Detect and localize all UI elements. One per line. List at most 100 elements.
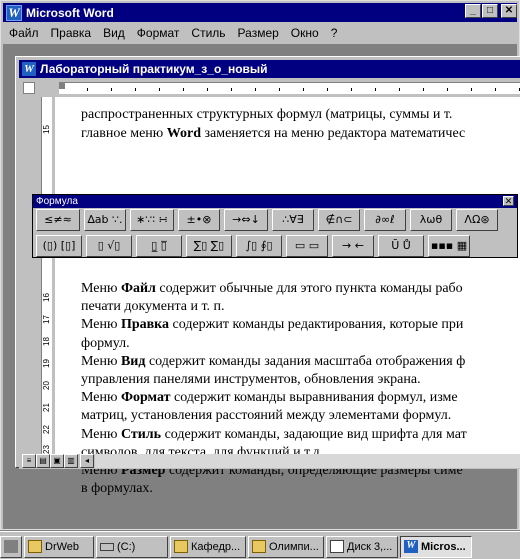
maximize-button[interactable]: □: [482, 4, 498, 18]
minimize-button[interactable]: _: [465, 4, 481, 18]
menu-file[interactable]: Файл: [9, 26, 39, 40]
word-icon[interactable]: W: [6, 4, 22, 21]
text-line-post: содержит команды выравнивания формул, из…: [170, 390, 458, 406]
app-title-bar[interactable]: W Microsoft Word: [3, 3, 517, 22]
vruler-number: 18: [42, 337, 51, 346]
formula-palette-button[interactable]: ∂∞ℓ: [364, 209, 406, 231]
formula-palette-button[interactable]: ±•⊗: [178, 209, 220, 231]
layout-view-button[interactable]: ▤: [36, 454, 50, 468]
horizontal-ruler[interactable]: [19, 80, 520, 96]
text-line-pre: в формулах.: [81, 481, 153, 497]
text-line-bold: Вид: [120, 353, 146, 369]
ruler-strip[interactable]: [59, 82, 520, 94]
taskbar-item-label: DrWeb: [45, 541, 80, 553]
document-title-bar[interactable]: W Лабораторный практикум_з_о_новый: [19, 60, 520, 78]
program-icon: [4, 540, 18, 553]
folder-icon: [28, 540, 42, 553]
text-line-pre: печати документа и т. п.: [81, 299, 225, 315]
tab-stop-selector[interactable]: [23, 82, 35, 94]
taskbar-item[interactable]: W Micros...: [400, 536, 472, 558]
menu-size[interactable]: Размер: [238, 26, 279, 40]
text-line: Меню Файл содержит обычные для этого пун…: [81, 281, 463, 297]
menu-style[interactable]: Стиль: [191, 26, 225, 40]
vruler-number: 21: [42, 403, 51, 412]
folder-icon: [252, 540, 266, 553]
taskbar-item-label: Олимпи...: [269, 541, 319, 553]
page-view-button[interactable]: ▣: [50, 454, 64, 468]
text-line-pre: управления панелями инструментов, обновл…: [81, 372, 421, 387]
text-line: управления панелями инструментов, обновл…: [81, 372, 421, 388]
taskbar-item-label: (C:): [117, 541, 136, 553]
taskbar: DrWeb (C:) Кафедр... Олимпи... Диск 3,... W Mi…: [0, 531, 520, 559]
formula-palette-button[interactable]: ≤≠≈: [36, 209, 80, 231]
vruler-number: 20: [42, 381, 51, 390]
formula-palette-button[interactable]: ∉∩⊂: [318, 209, 360, 231]
text-line-pre: Меню: [81, 353, 121, 369]
formula-palette-button[interactable]: ∴∀∃: [272, 209, 314, 231]
text-line-bold: Word: [166, 126, 201, 141]
formula-palette-button[interactable]: λωθ: [410, 209, 452, 231]
vruler-number: 22: [42, 425, 51, 434]
formula-palette-button[interactable]: ∗∵∶ ∺: [130, 209, 174, 231]
text-line: главное меню Word заменяется на меню ред…: [81, 126, 465, 142]
menu-window[interactable]: Окно: [291, 26, 319, 40]
taskbar-item[interactable]: [0, 536, 22, 558]
text-line-post: содержит команды задания масштаба отобра…: [145, 353, 466, 369]
text-line-pre: Меню: [81, 281, 121, 296]
folder-icon: [174, 540, 188, 553]
taskbar-item[interactable]: Кафедр...: [170, 536, 246, 558]
vruler-strip: [41, 97, 52, 454]
formula-palette-button[interactable]: ▯̲ ▯̅: [136, 235, 182, 257]
normal-view-button[interactable]: ≡: [22, 454, 36, 468]
app-title: Microsoft Word: [26, 5, 114, 20]
formula-palette-button[interactable]: Ū Ů: [378, 235, 424, 257]
text-line: матриц, установления расстояний между эл…: [81, 408, 451, 424]
text-line-bold: Файл: [120, 281, 156, 296]
text-line: Меню Правка содержит команды редактирова…: [81, 317, 463, 333]
menu-view[interactable]: Вид: [103, 26, 125, 40]
document-icon[interactable]: W: [22, 62, 36, 76]
word-icon: W: [404, 540, 418, 553]
text-line-post: содержит обычные для этого пункта команд…: [155, 281, 463, 296]
menu-edit[interactable]: Правка: [51, 26, 92, 40]
outline-view-button[interactable]: ▥: [64, 454, 78, 468]
menu-help[interactable]: ?: [331, 26, 338, 40]
text-line-pre: Меню: [81, 317, 121, 333]
document-page[interactable]: 15 16 17 18 19 20 21 22 23 распространен…: [19, 97, 520, 496]
text-line: в формулах.: [81, 481, 153, 497]
taskbar-item[interactable]: DrWeb: [24, 536, 94, 558]
formula-palette-button[interactable]: ▪▪▪ ▦: [428, 235, 470, 257]
formula-close-button[interactable]: ✕: [503, 196, 514, 206]
scroll-left-button[interactable]: ◂: [80, 454, 94, 468]
word-window: W Microsoft Word _ □ ✕ Файл Правка Вид Ф…: [0, 0, 520, 530]
formula-toolbar-title[interactable]: Формула: [33, 195, 517, 208]
formula-palette-button[interactable]: ΛΩ⊛: [456, 209, 498, 231]
formula-palette-button[interactable]: →⇔↓: [224, 209, 268, 231]
vertical-ruler[interactable]: 15 16 17 18 19 20 21 22 23: [19, 97, 55, 454]
text-line-pre: главное меню: [81, 126, 167, 141]
formula-palette-button[interactable]: ▯ √▯: [86, 235, 132, 257]
vruler-number: 16: [42, 293, 51, 302]
ruler-ticks: [59, 83, 520, 91]
text-line: печати документа и т. п.: [81, 299, 225, 315]
text-line-bold: Правка: [120, 317, 170, 333]
formula-palette-button[interactable]: (▯) [▯]: [36, 235, 82, 257]
horizontal-scrollbar-track[interactable]: [95, 454, 520, 468]
text-line-bold: Формат: [120, 390, 171, 406]
formula-palette-button[interactable]: ▭ ▭: [286, 235, 328, 257]
menu-format[interactable]: Формат: [137, 26, 180, 40]
taskbar-item[interactable]: Диск 3,...: [326, 536, 398, 558]
formula-palette-button[interactable]: ∫▯ ∮▯: [236, 235, 282, 257]
formula-palette-button[interactable]: → ←: [332, 235, 374, 257]
taskbar-item[interactable]: (C:): [96, 536, 168, 558]
vruler-number: 19: [42, 359, 51, 368]
close-button[interactable]: ✕: [501, 4, 517, 18]
drive-icon: [100, 543, 114, 551]
text-line: распространенных структурных формул (мат…: [81, 107, 453, 122]
formula-palette-button[interactable]: ∆ab ∵.: [84, 209, 126, 231]
taskbar-item[interactable]: Олимпи...: [248, 536, 324, 558]
text-line-post: содержит команды, задающие вид шрифта дл…: [161, 426, 467, 442]
document-window: W Лабораторный практикум_з_о_новый 15 16…: [15, 56, 520, 496]
document-icon: [330, 540, 344, 553]
formula-palette-button[interactable]: ∑▯ ∑▯: [186, 235, 232, 257]
